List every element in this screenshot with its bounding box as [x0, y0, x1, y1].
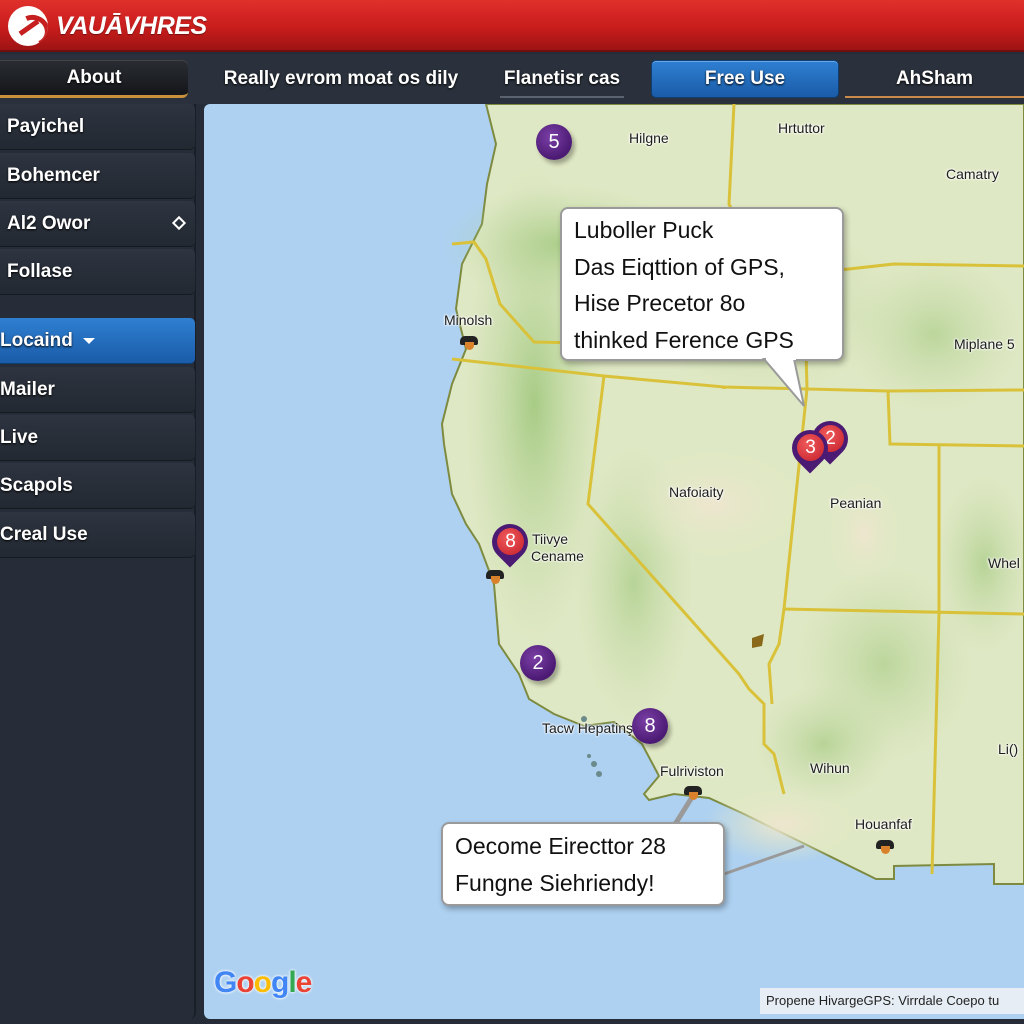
- sidebar-item-label: Scapols: [0, 474, 73, 496]
- sidebar-item-scapols[interactable]: Scapols: [0, 463, 195, 509]
- sidebar-item-follase[interactable]: Follase: [0, 249, 195, 295]
- chevron-down-icon: [82, 337, 95, 344]
- map-label: Minolsh: [444, 312, 493, 328]
- map-attribution[interactable]: Propene HivargeGPS: Virrdale Coepo tu: [760, 988, 1024, 1014]
- map-label: Cename: [531, 548, 584, 564]
- map-label: Whel: [988, 555, 1020, 571]
- app-header: VAUĀVHRES: [0, 0, 1024, 52]
- map-label: Wihun: [810, 760, 850, 776]
- cluster-marker[interactable]: 5: [536, 124, 572, 160]
- pin-count: 3: [797, 434, 824, 461]
- sidebar-item-label: Creal Use: [0, 523, 88, 545]
- sidebar-item-label: Payichel: [7, 115, 85, 137]
- cluster-marker[interactable]: 2: [520, 645, 556, 681]
- tab-really[interactable]: Really evrom moat os dily: [210, 60, 472, 98]
- callout-line: thinked Ference GPS: [574, 326, 794, 353]
- map-label: Camatry: [946, 166, 999, 182]
- map-label: Nafoiaity: [669, 484, 724, 500]
- map-label: Hrtuttor: [778, 120, 825, 136]
- map-label: Peanian: [830, 495, 882, 511]
- sidebar-item-label: Bohemcer: [7, 164, 100, 186]
- poi-marker-icon[interactable]: [682, 782, 704, 800]
- google-letter: l: [288, 966, 296, 999]
- brand-logo[interactable]: VAUĀVHRES: [8, 6, 207, 46]
- tab-flanetisr[interactable]: Flanetisr cas: [496, 60, 628, 98]
- sidebar: Payichel Bohemcer Al2 Owor Follase Locai…: [0, 104, 196, 1019]
- tab-ahsham[interactable]: AhSham: [845, 60, 1024, 98]
- info-callout: Oecome Eirecttor 28 Fungne Siehriendy!: [441, 822, 725, 906]
- sidebar-item-label: Al2 Owor: [7, 212, 91, 234]
- pin-marker[interactable]: 3: [784, 422, 836, 476]
- sidebar-item-label: Locaind: [0, 329, 73, 351]
- brand-logo-icon: [8, 6, 48, 46]
- map-label: Tiivye: [532, 531, 569, 547]
- app-window: VAUĀVHRES About Really evrom moat os dil…: [0, 0, 1024, 1024]
- callout-line: Luboller Puck: [574, 217, 714, 243]
- poi-marker-icon[interactable]: [458, 332, 480, 350]
- sidebar-item-label: Live: [0, 426, 39, 448]
- pin-marker[interactable]: 8: [484, 516, 536, 570]
- cluster-marker[interactable]: 8: [632, 708, 668, 744]
- sidebar-item-creal-use[interactable]: Creal Use: [0, 512, 195, 558]
- callout-line: Das Eiqttion of GPS,: [574, 253, 785, 280]
- tab-about[interactable]: About: [0, 60, 188, 98]
- top-navigation: About Really evrom moat os dily Flanetis…: [0, 54, 1024, 104]
- sidebar-item-label: Follase: [7, 260, 73, 282]
- google-logo[interactable]: Google: [214, 966, 313, 1000]
- diamond-icon: [171, 215, 187, 231]
- map-label: Houanfaf: [855, 816, 912, 832]
- tab-free-use[interactable]: Free Use: [651, 60, 839, 98]
- callout-line: Hise Precetor 8o: [574, 290, 746, 316]
- info-callout: Luboller Puck Das Eiqttion of GPS, Hise …: [560, 207, 844, 361]
- sidebar-item-label: Mailer: [0, 378, 55, 400]
- sidebar-item-locaind[interactable]: Locaind: [0, 318, 195, 364]
- google-letter: o: [253, 966, 272, 999]
- callout-line: Oecome Eirecttor 28: [455, 833, 666, 859]
- map-label: Li(): [998, 741, 1019, 757]
- sidebar-item-bohemcer[interactable]: Bohemcer: [0, 153, 195, 199]
- map-label: Tacw Hepatinş: [542, 720, 634, 736]
- map-view[interactable]: Hilgne Hrtuttor Camatry Minolsh Miplane …: [204, 104, 1024, 1019]
- sidebar-item-payichel[interactable]: Payichel: [0, 104, 195, 150]
- poi-marker-icon[interactable]: [874, 836, 896, 854]
- sidebar-item-live[interactable]: Live: [0, 415, 195, 461]
- brand-name: VAUĀVHRES: [56, 11, 207, 40]
- map-label: Fulriviston: [660, 763, 724, 779]
- map-label: Hilgne: [629, 130, 669, 146]
- callout-line: Fungne Siehriendy!: [455, 870, 655, 896]
- pin-count: 8: [497, 528, 524, 555]
- google-letter: e: [295, 966, 313, 999]
- google-letter: G: [214, 966, 237, 999]
- sidebar-item-al2-owor[interactable]: Al2 Owor: [0, 201, 195, 247]
- map-label: Miplane 5: [954, 336, 1015, 352]
- google-letter: g: [271, 966, 289, 999]
- google-letter: o: [236, 966, 254, 999]
- sidebar-item-mailer[interactable]: Mailer: [0, 367, 195, 413]
